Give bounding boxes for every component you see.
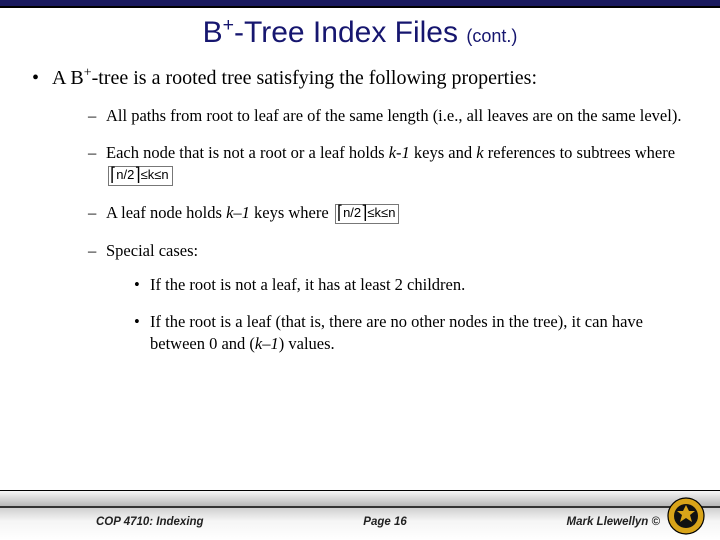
footer-page: Page 16	[363, 516, 406, 528]
lead-sup: +	[84, 65, 92, 80]
lead-bullet: A B+-tree is a rooted tree satisfying th…	[28, 66, 696, 354]
special-case-2: If the root is a leaf (that is, there ar…	[134, 311, 696, 354]
p3-post: keys where	[250, 203, 333, 222]
p4b-pre: If the root is a leaf (that is, there ar…	[150, 312, 643, 352]
p4b-post: ) values.	[279, 334, 335, 353]
special-cases-list: If the root is not a leaf, it has at lea…	[106, 274, 696, 354]
p2-k2: k	[476, 143, 483, 162]
footer-course: COP 4710: Indexing	[96, 516, 204, 528]
lead-post: -tree is a rooted tree satisfying the fo…	[92, 67, 537, 89]
title-sup: +	[223, 14, 234, 36]
p2-k1: k-1	[389, 143, 410, 162]
title-main-post: -Tree Index Files	[234, 16, 458, 49]
top-accent-bar	[0, 0, 720, 8]
ceil-open-2: ⌈	[337, 205, 343, 223]
math-box-1: ⌈n/2⌉≤k≤n	[108, 166, 173, 186]
slide-title: B+-Tree Index Files (cont.)	[24, 16, 696, 50]
ceil-expr: n/2	[116, 167, 134, 182]
prop-2: Each node that is not a root or a leaf h…	[88, 142, 696, 186]
ceil-close: ⌉	[134, 167, 140, 185]
ucf-logo-icon	[666, 496, 706, 536]
title-main-pre: B	[203, 16, 223, 49]
p3-pre: A leaf node holds	[106, 203, 226, 222]
mn1: n	[161, 167, 168, 182]
p4b-k: k–1	[255, 334, 279, 353]
prop-3: A leaf node holds k–1 keys where ⌈n/2⌉≤k…	[88, 202, 696, 224]
title-cont: (cont.)	[466, 26, 517, 46]
p2-pre: Each node that is not a root or a leaf h…	[106, 143, 389, 162]
footer-bar: COP 4710: Indexing Page 16 Mark Llewelly…	[0, 506, 720, 540]
prop-4: Special cases: If the root is not a leaf…	[88, 240, 696, 354]
p2-mid: keys and	[410, 143, 476, 162]
lead-pre: A B	[52, 67, 84, 89]
bullet-list: A B+-tree is a rooted tree satisfying th…	[24, 66, 696, 354]
ceil-open: ⌈	[110, 167, 116, 185]
special-case-1: If the root is not a leaf, it has at lea…	[134, 274, 696, 295]
p2-post: references to subtrees where	[484, 143, 675, 162]
p4-label: Special cases:	[106, 241, 198, 260]
footer-author: Mark Llewellyn ©	[567, 516, 660, 528]
p3-k: k–1	[226, 203, 250, 222]
slide-body: B+-Tree Index Files (cont.) A B+-tree is…	[0, 8, 720, 354]
mn2: n	[388, 205, 395, 220]
ceil-expr-2: n/2	[343, 205, 361, 220]
math-box-2: ⌈n/2⌉≤k≤n	[335, 204, 400, 224]
le1: ≤	[141, 167, 148, 182]
footer: COP 4710: Indexing Page 16 Mark Llewelly…	[0, 490, 720, 540]
props-list: All paths from root to leaf are of the s…	[52, 105, 696, 354]
ceil-close-2: ⌉	[361, 205, 367, 223]
prop-1: All paths from root to leaf are of the s…	[88, 105, 696, 126]
footer-gradient	[0, 490, 720, 506]
le3: ≤	[367, 205, 374, 220]
